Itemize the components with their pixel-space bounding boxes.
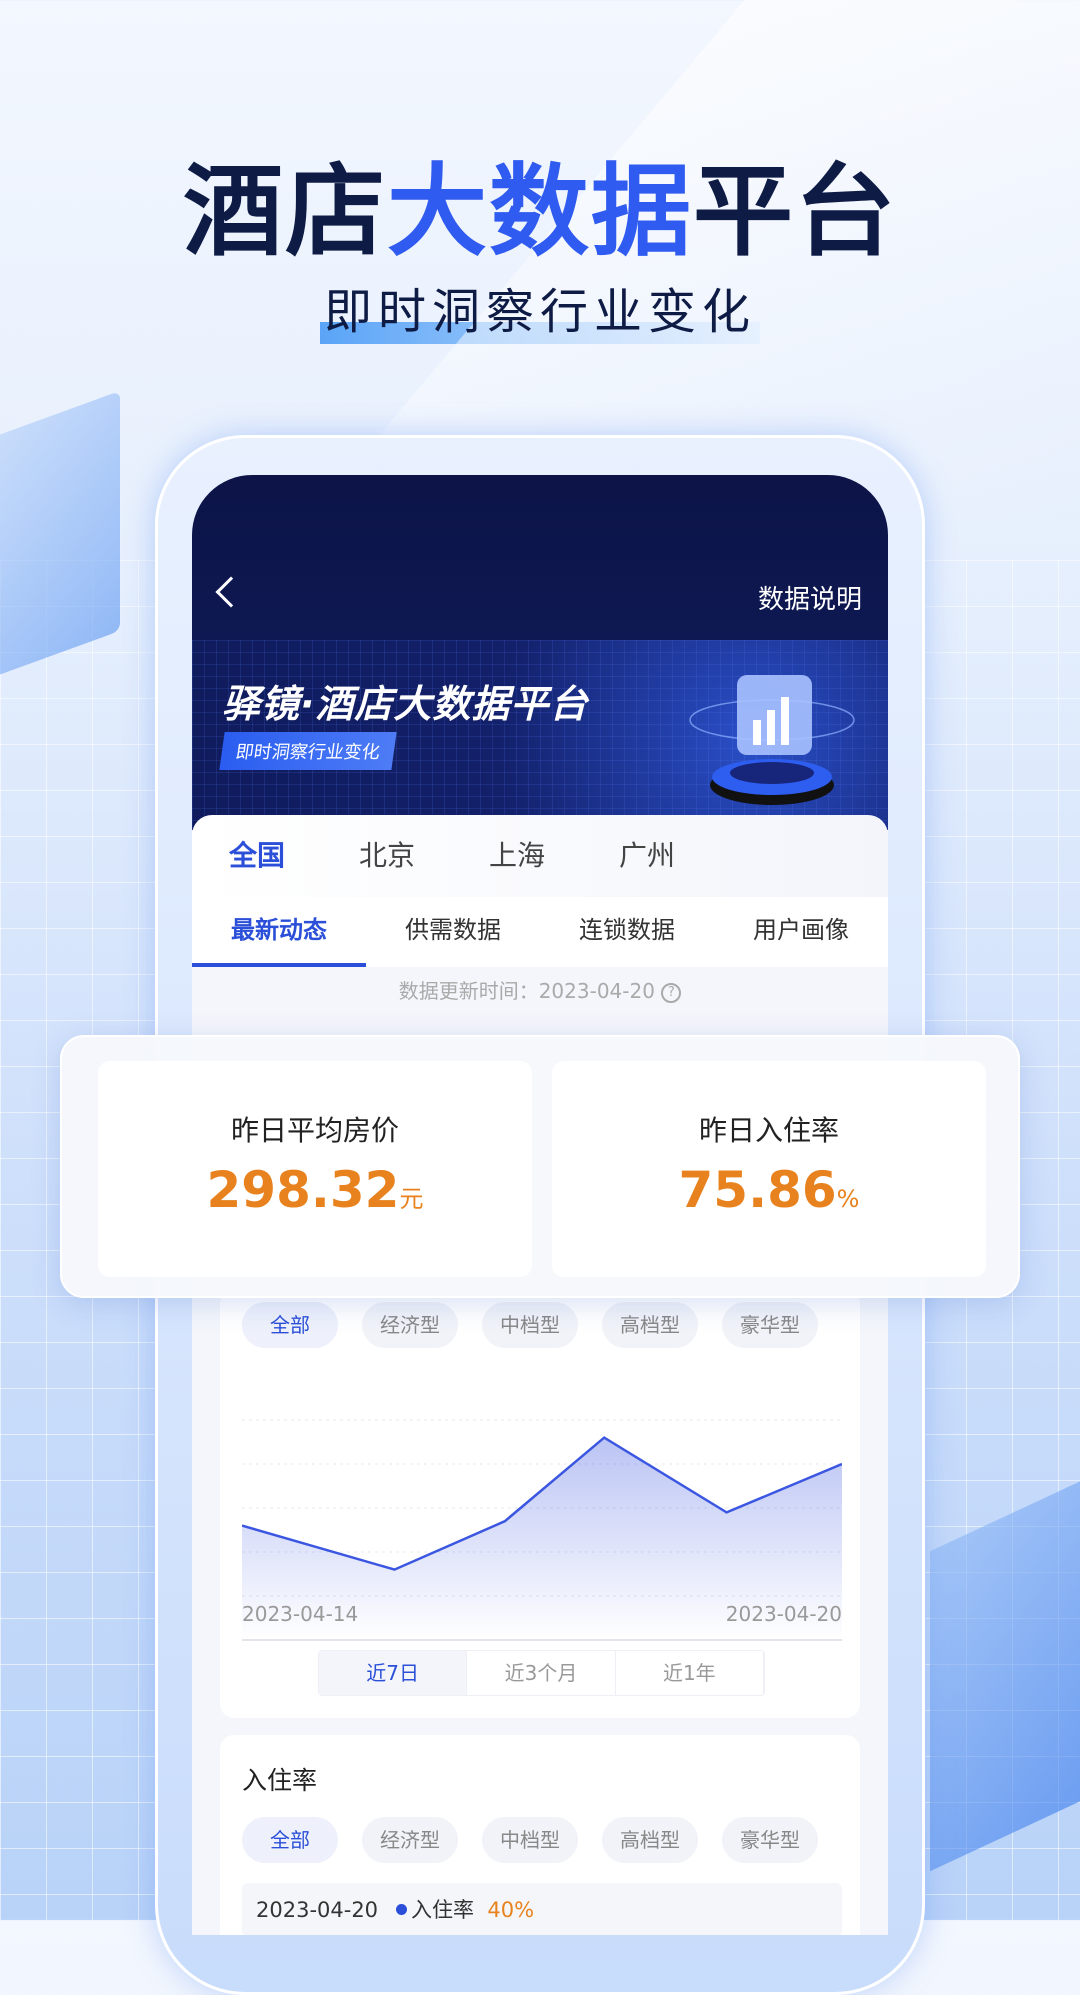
x-label-start: 2023-04-14 [242,1602,358,1626]
x-label-end: 2023-04-20 [726,1602,842,1626]
city-tabs: 全国 北京 上海 广州 [192,815,888,897]
chip-economy[interactable]: 经济型 [362,1817,458,1863]
update-time-label: 数据更新时间：2023-04-20 [399,979,655,1003]
hero-subtitle: 即时洞察行业变化 [0,272,1080,342]
banner: 驿镜·酒店大数据平台 即时洞察行业变化 [192,640,888,830]
range-3m[interactable]: 近3个月 [467,1651,615,1695]
kpi-value: 75.86% [552,1161,986,1219]
tooltip-series: 入住率 [411,1898,474,1922]
tab-latest[interactable]: 最新动态 [192,897,366,967]
kpi-occupancy: 昨日入住率 75.86% [552,1061,986,1277]
tooltip-date: 2023-04-20 [256,1898,378,1922]
kpi-label: 昨日入住率 [552,1109,986,1149]
occupancy-title: 入住率 [242,1761,317,1797]
help-icon[interactable]: ? [661,983,681,1003]
app-header: 数据说明 驿镜·酒店大数据平台 即时洞察行业变化 [192,475,888,825]
city-tab-national[interactable]: 全国 [192,815,322,897]
occupancy-card: 入住率 全部 经济型 中档型 高档型 豪华型 2023-04-20 入住率 40%… [220,1735,860,1935]
tab-chain[interactable]: 连锁数据 [540,897,714,967]
series-dot-icon [396,1904,407,1915]
chip-economy[interactable]: 经济型 [362,1302,458,1348]
banner-tag: 即时洞察行业变化 [219,732,396,770]
chip-midscale[interactable]: 中档型 [482,1302,578,1348]
occupancy-filter-chips: 全部 经济型 中档型 高档型 豪华型 [242,1817,818,1863]
occupancy-tooltip: 2023-04-20 入住率 40% [242,1883,842,1935]
kpi-value: 298.32元 [98,1161,532,1219]
range-selector: 近7日 近3个月 近1年 [318,1650,765,1696]
range-1y[interactable]: 近1年 [616,1651,764,1695]
kpi-label: 昨日平均房价 [98,1109,532,1149]
chip-luxury[interactable]: 豪华型 [722,1817,818,1863]
chip-luxury[interactable]: 豪华型 [722,1302,818,1348]
hero-title: 酒店大数据平台 [0,130,1080,275]
chip-upscale[interactable]: 高档型 [602,1302,698,1348]
price-chart-card: 全部 经济型 中档型 高档型 豪华型 2023-04-14 2023-04-20… [220,1290,860,1718]
tab-supply-demand[interactable]: 供需数据 [366,897,540,967]
kpi-avg-price: 昨日平均房价 298.32元 [98,1061,532,1277]
chip-upscale[interactable]: 高档型 [602,1817,698,1863]
tab-user-profile[interactable]: 用户画像 [714,897,888,967]
kpi-panel: 昨日平均房价 298.32元 昨日入住率 75.86% [60,1035,1020,1298]
city-tab-shanghai[interactable]: 上海 [452,815,582,897]
data-explain-link[interactable]: 数据说明 [758,579,862,616]
section-tabs: 最新动态 供需数据 连锁数据 用户画像 [192,897,888,967]
banner-title: 驿镜·酒店大数据平台 [222,673,588,728]
price-filter-chips: 全部 经济型 中档型 高档型 豪华型 [242,1302,818,1348]
chip-midscale[interactable]: 中档型 [482,1817,578,1863]
update-time: 数据更新时间：2023-04-20 ? [192,975,888,1004]
tooltip-value: 40% [487,1898,534,1922]
city-tab-guangzhou[interactable]: 广州 [582,815,712,897]
city-tab-beijing[interactable]: 北京 [322,815,452,897]
back-chevron-icon[interactable] [215,576,246,607]
range-7d[interactable]: 近7日 [319,1651,467,1695]
chart-cube-icon [687,665,857,815]
chip-all[interactable]: 全部 [242,1302,338,1348]
chip-all[interactable]: 全部 [242,1817,338,1863]
